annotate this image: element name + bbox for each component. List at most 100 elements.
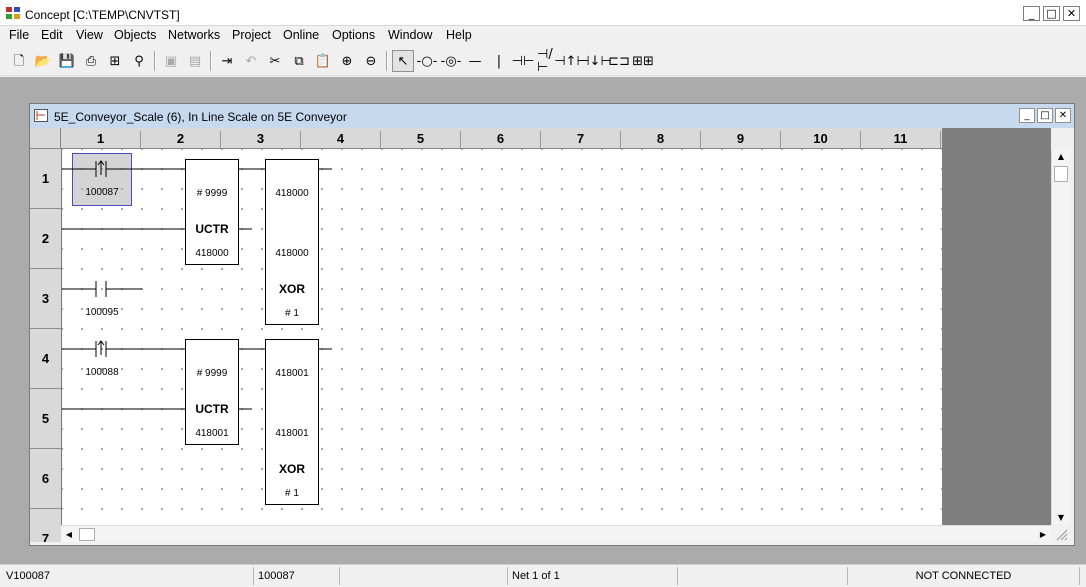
horizontal-scroll-thumb[interactable] <box>79 528 95 541</box>
editor-title: 5E_Conveyor_Scale (6), In Line Scale on … <box>54 110 347 124</box>
block-preset: # 9999 <box>196 368 228 379</box>
vertical-scrollbar[interactable]: ▲ ▼ <box>1051 149 1069 525</box>
paste-icon[interactable]: 📋 <box>312 50 334 72</box>
editor-title-bar: 5E_Conveyor_Scale (6), In Line Scale on … <box>30 104 1074 128</box>
block-register: 418000 <box>195 248 229 259</box>
column-label: 6 <box>461 131 541 148</box>
scroll-left-icon[interactable]: ◀ <box>61 526 77 543</box>
function-block-icon[interactable]: ⊏⊐ <box>608 50 630 72</box>
status-variable: V100087 <box>2 567 254 585</box>
toolbar-separator <box>154 51 156 71</box>
ladder-document-icon <box>34 109 48 122</box>
menu-project[interactable]: Project <box>232 28 271 42</box>
contact-address: 100095 <box>85 307 119 318</box>
ladder-diagram-canvas[interactable]: 100087 100095 100088 # 9999 UCTR 418000 … <box>62 149 943 525</box>
column-label: 11 <box>861 131 941 148</box>
editor-maximize-button[interactable]: □ <box>1037 108 1053 123</box>
save-icon[interactable]: 💾 <box>56 50 78 72</box>
zoom-in-icon[interactable]: ⊕ <box>336 50 358 72</box>
contact-address: 100088 <box>85 367 119 378</box>
menu-edit[interactable]: Edit <box>41 28 63 42</box>
column-label: 1 <box>61 131 141 148</box>
column-label: 4 <box>301 131 381 148</box>
app-title-bar: Concept [C:\TEMP\CNVTST] _ □ ✕ <box>0 0 1086 26</box>
uctr-function-block[interactable]: # 9999 UCTR 418000 <box>185 159 239 265</box>
grid-corner <box>30 128 61 149</box>
column-header: 1 2 3 4 5 6 7 8 9 10 11 <box>61 128 943 149</box>
unused-canvas-area <box>942 149 1051 525</box>
menu-objects[interactable]: Objects <box>114 28 156 42</box>
vertical-link-icon[interactable]: | <box>488 50 510 72</box>
minimize-button[interactable]: _ <box>1023 6 1040 21</box>
undo-icon[interactable]: ↶ <box>240 50 262 72</box>
find-icon[interactable]: ⚲ <box>128 50 150 72</box>
contact-normally-open[interactable] <box>90 281 107 297</box>
contact-no-icon[interactable]: ⊣⊢ <box>512 50 535 72</box>
xor-function-block[interactable]: 418000 418000 XOR # 1 <box>265 159 319 325</box>
menu-networks[interactable]: Networks <box>168 28 220 42</box>
menu-view[interactable]: View <box>76 28 103 42</box>
row-label: 6 <box>30 449 61 509</box>
row-label: 4 <box>30 329 61 389</box>
block-name: UCTR <box>195 222 229 236</box>
row-label: 5 <box>30 389 61 449</box>
contact-positive-transition[interactable] <box>95 340 107 357</box>
menu-file[interactable]: File <box>9 28 29 42</box>
coil-icon[interactable]: -○- <box>416 50 438 72</box>
column-label: 7 <box>541 131 621 148</box>
status-address: 100087 <box>254 567 340 585</box>
horizontal-link-icon[interactable]: — <box>464 50 486 72</box>
menu-options[interactable]: Options <box>332 28 375 42</box>
vertical-scroll-thumb[interactable] <box>1054 166 1068 182</box>
print-icon[interactable]: ⎙ <box>80 50 102 72</box>
scroll-down-icon[interactable]: ▼ <box>1052 510 1070 525</box>
plc-connect-icon[interactable]: ▣ <box>160 50 182 72</box>
horizontal-scrollbar[interactable]: ◀ ▶ <box>61 525 1051 542</box>
status-network: Net 1 of 1 <box>508 567 678 585</box>
block-name: UCTR <box>195 402 229 416</box>
menu-window[interactable]: Window <box>388 28 432 42</box>
project-tree-icon[interactable]: ⊞ <box>104 50 126 72</box>
uctr-function-block[interactable]: # 9999 UCTR 418001 <box>185 339 239 445</box>
ladder-editor-window: 5E_Conveyor_Scale (6), In Line Scale on … <box>29 103 1075 546</box>
select-pointer-icon[interactable]: ↖ <box>392 50 414 72</box>
coil-negated-icon[interactable]: -◎- <box>440 50 462 72</box>
row-header: 1 2 3 4 5 6 7 <box>30 149 62 542</box>
scroll-up-icon[interactable]: ▲ <box>1052 149 1070 164</box>
contact-positive-transition[interactable] <box>95 160 107 177</box>
status-bar: V100087 100087 Net 1 of 1 NOT CONNECTED <box>0 564 1086 587</box>
block-preset: # 9999 <box>196 188 228 199</box>
xor-function-block[interactable]: 418001 418001 XOR # 1 <box>265 339 319 505</box>
block-name: XOR <box>278 282 305 296</box>
editor-close-button[interactable]: ✕ <box>1055 108 1071 123</box>
maximize-button[interactable]: □ <box>1043 6 1060 21</box>
plc-config-icon[interactable]: ▤ <box>184 50 206 72</box>
block-input: 418000 <box>275 188 309 199</box>
new-icon[interactable]: 🗋 <box>8 50 30 72</box>
close-button[interactable]: ✕ <box>1063 6 1080 21</box>
open-icon[interactable]: 📂 <box>32 50 54 72</box>
toolbar-separator <box>386 51 388 71</box>
block-library-icon[interactable]: ⊞⊞ <box>632 50 654 72</box>
cut-icon[interactable]: ✂ <box>264 50 286 72</box>
scroll-right-icon[interactable]: ▶ <box>1035 526 1051 543</box>
column-label: 9 <box>701 131 781 148</box>
status-empty <box>340 567 508 585</box>
zoom-out-icon[interactable]: ⊖ <box>360 50 382 72</box>
menu-bar: File Edit View Objects Networks Project … <box>0 26 1086 46</box>
block-input: 418000 <box>275 248 309 259</box>
status-empty <box>678 567 848 585</box>
toolbar: 🗋 📂 💾 ⎙ ⊞ ⚲ ▣ ▤ ⇥ ↶ ✂ ⧉ 📋 ⊕ ⊖ ↖ -○- -◎- … <box>0 47 1086 76</box>
block-register: 418001 <box>195 428 229 439</box>
editor-minimize-button[interactable]: _ <box>1019 108 1035 123</box>
menu-help[interactable]: Help <box>446 28 472 42</box>
download-icon[interactable]: ⇥ <box>216 50 238 72</box>
resize-grip-icon[interactable] <box>1051 525 1069 542</box>
column-label: 2 <box>141 131 221 148</box>
block-length: # 1 <box>285 488 299 499</box>
contact-negative-icon[interactable]: ⊣↓⊢ <box>578 50 612 72</box>
column-header-empty <box>942 128 1051 149</box>
copy-icon[interactable]: ⧉ <box>288 50 310 72</box>
column-label: 5 <box>381 131 461 148</box>
menu-online[interactable]: Online <box>283 28 319 42</box>
